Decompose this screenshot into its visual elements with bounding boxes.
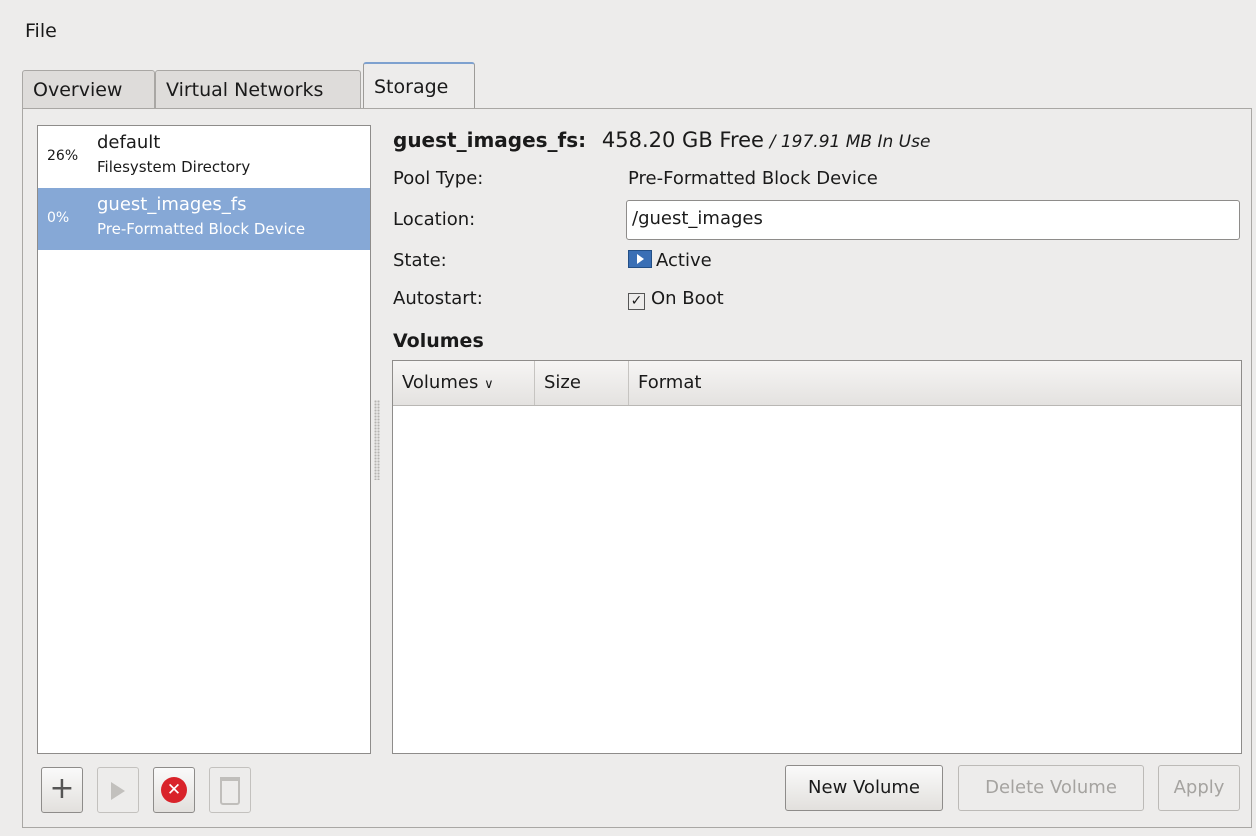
column-format[interactable]: Format: [629, 361, 1241, 405]
pool-usage: 0%: [47, 210, 70, 226]
state-text: Active: [656, 250, 712, 271]
pool-type: Filesystem Directory: [97, 158, 251, 176]
pool-summary: guest_images_fs: 458.20 GB Free / 197.91…: [393, 128, 930, 152]
new-volume-button[interactable]: New Volume: [785, 765, 943, 811]
tab-virtual-networks[interactable]: Virtual Networks: [155, 70, 361, 108]
trash-icon: [220, 777, 240, 805]
stop-icon: ✕: [161, 777, 187, 803]
active-state-icon: [628, 250, 652, 268]
column-label: Volumes: [402, 372, 479, 393]
file-menu[interactable]: File: [25, 20, 57, 42]
location-label: Location:: [393, 209, 476, 230]
apply-button[interactable]: Apply: [1158, 765, 1240, 811]
menubar: File: [0, 0, 1256, 58]
volumes-table[interactable]: Volumes ∨ Size Format: [392, 360, 1242, 754]
delete-volume-button[interactable]: Delete Volume: [958, 765, 1144, 811]
checkbox-icon[interactable]: ✓: [628, 293, 645, 310]
state-label: State:: [393, 250, 447, 271]
pool-name: default: [97, 132, 161, 153]
state-value: Active: [628, 250, 712, 271]
add-pool-button[interactable]: +: [41, 767, 83, 813]
autostart-text: On Boot: [651, 288, 724, 309]
pool-type: Pre-Formatted Block Device: [97, 220, 306, 238]
pool-row-guest-images-fs[interactable]: 0% guest_images_fs Pre-Formatted Block D…: [38, 188, 370, 250]
volumes-table-header: Volumes ∨ Size Format: [393, 361, 1241, 406]
tab-overview[interactable]: Overview: [22, 70, 155, 108]
pool-type-label: Pool Type:: [393, 168, 484, 189]
tab-storage[interactable]: Storage: [363, 62, 475, 110]
plus-icon: +: [49, 771, 75, 806]
start-pool-button[interactable]: [97, 767, 139, 813]
delete-pool-button[interactable]: [209, 767, 251, 813]
autostart-checkbox[interactable]: ✓ On Boot: [628, 288, 724, 310]
pool-usage: 26%: [47, 148, 79, 164]
play-icon: [111, 782, 125, 800]
volumes-heading: Volumes: [393, 330, 484, 352]
pool-name: guest_images_fs: [97, 194, 247, 215]
stop-pool-button[interactable]: ✕: [153, 767, 195, 813]
pool-type-value: Pre-Formatted Block Device: [628, 168, 878, 189]
location-field[interactable]: /guest_images: [626, 200, 1240, 240]
pool-list[interactable]: 26% default Filesystem Directory 0% gues…: [37, 125, 371, 754]
autostart-label: Autostart:: [393, 288, 483, 309]
pool-title: guest_images_fs:: [393, 128, 587, 152]
column-size[interactable]: Size: [535, 361, 629, 405]
chevron-down-icon: ∨: [484, 377, 494, 392]
free-space: 458.20 GB Free: [601, 128, 764, 152]
in-use-space: / 197.91 MB In Use: [769, 132, 931, 152]
column-volumes[interactable]: Volumes ∨: [393, 361, 535, 405]
pool-row-default[interactable]: 26% default Filesystem Directory: [38, 126, 370, 188]
pane-splitter[interactable]: [374, 400, 380, 480]
